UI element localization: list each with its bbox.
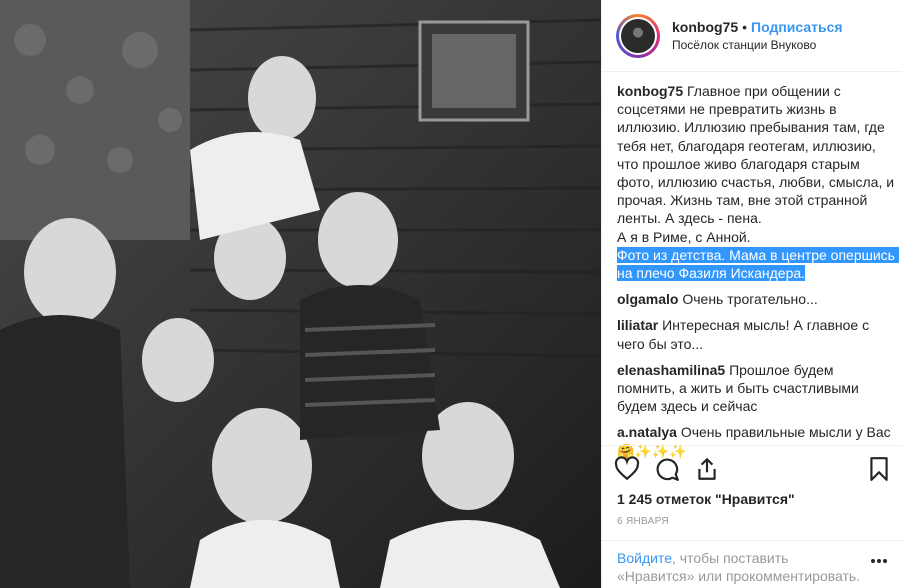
action-bar bbox=[602, 445, 902, 485]
login-prompt: Войдите, чтобы поставить «Нравится» или … bbox=[602, 540, 902, 588]
caption-selected-text: Фото из детства. Мама в центре опершись … bbox=[617, 246, 899, 282]
location-link[interactable]: Посёлок станции Внуково bbox=[672, 37, 843, 53]
caption: konbog75 Главное при общении с соцсетями… bbox=[617, 82, 899, 282]
post-header: konbog75 • Подписаться Посёлок станции Вну… bbox=[602, 0, 902, 72]
separator-dot: • bbox=[742, 19, 748, 35]
comment-item: olgamalo Очень трогательно... bbox=[617, 290, 895, 308]
more-icon[interactable] bbox=[869, 551, 889, 571]
avatar[interactable] bbox=[616, 13, 660, 58]
header-username[interactable]: konbog75 bbox=[672, 19, 738, 35]
comment-username[interactable]: olgamalo bbox=[617, 291, 678, 307]
comment-text: Очень трогательно... bbox=[682, 291, 818, 308]
comment-item: liliatar Интересная мысль! А главное с ч… bbox=[617, 316, 895, 352]
photo-image bbox=[0, 0, 601, 588]
post-sidebar: konbog75 • Подписаться Посёлок станции Вну… bbox=[601, 0, 902, 588]
comment-icon[interactable] bbox=[654, 456, 680, 482]
caption-text: Главное при общении с соцсетями не превр… bbox=[617, 83, 895, 245]
share-icon[interactable] bbox=[694, 456, 720, 482]
comment-username[interactable]: liliatar bbox=[617, 317, 658, 333]
login-link[interactable]: Войдите bbox=[617, 550, 672, 566]
heart-icon[interactable] bbox=[614, 456, 640, 482]
follow-button[interactable]: Подписаться bbox=[751, 19, 843, 35]
bookmark-icon[interactable] bbox=[866, 456, 892, 482]
comments-list: konbog75 Главное при общении с соцсетями… bbox=[617, 82, 899, 468]
comment-item: elenashamilina5 Прошлое будем помнить, а… bbox=[617, 361, 895, 416]
caption-username[interactable]: konbog75 bbox=[617, 83, 683, 99]
post-date: 6 ЯНВАРЯ bbox=[617, 516, 669, 527]
comment-username[interactable]: elenashamilina5 bbox=[617, 362, 725, 378]
likes-count[interactable]: 1 245 отметок "Нравится" bbox=[617, 491, 795, 507]
comment-username[interactable]: a.natalya bbox=[617, 424, 677, 440]
post-photo[interactable] bbox=[0, 0, 601, 588]
